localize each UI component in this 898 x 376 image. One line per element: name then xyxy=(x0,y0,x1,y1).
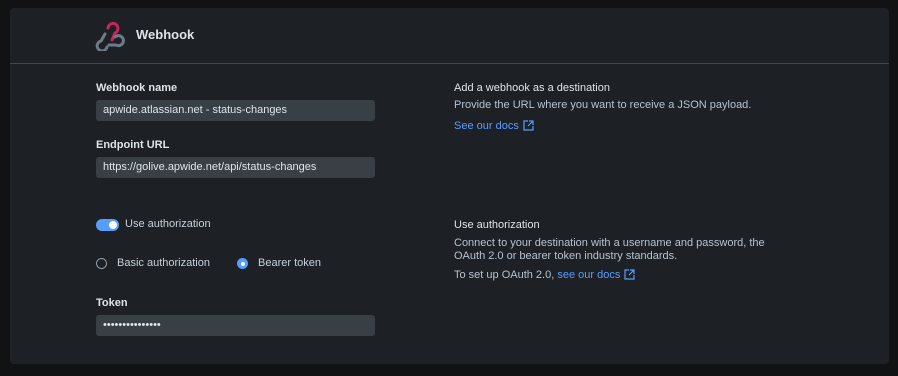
webhook-name-input[interactable]: apwide.atlassian.net - status-changes xyxy=(96,100,375,121)
auth-info-title: Use authorization xyxy=(454,219,540,231)
destination-info-text: Provide the URL where you want to receiv… xyxy=(454,99,752,111)
auth-info-text-line2: OAuth 2.0 or bearer token industry stand… xyxy=(454,250,678,262)
use-authorization-toggle[interactable] xyxy=(96,219,119,231)
basic-authorization-radio[interactable] xyxy=(96,258,107,269)
webhook-logo-icon xyxy=(95,21,125,51)
endpoint-url-label: Endpoint URL xyxy=(96,139,170,151)
destination-info-title: Add a webhook as a destination xyxy=(454,82,610,94)
auth-info-text-line1: Connect to your destination with a usern… xyxy=(454,237,765,249)
bearer-token-radio[interactable] xyxy=(237,258,248,269)
oauth-prefix-text: To set up OAuth 2.0, xyxy=(454,269,555,281)
bearer-token-label[interactable]: Bearer token xyxy=(258,257,321,269)
panel-header: Webhook xyxy=(10,8,889,64)
page-title: Webhook xyxy=(136,27,195,42)
toggle-knob xyxy=(109,221,117,229)
use-authorization-label: Use authorization xyxy=(125,218,211,230)
basic-authorization-label[interactable]: Basic authorization xyxy=(117,257,210,269)
see-docs-link[interactable]: See our docs xyxy=(454,120,534,132)
token-label: Token xyxy=(96,297,128,309)
external-link-icon xyxy=(523,120,534,131)
oauth-info-text: To set up OAuth 2.0, see our docs xyxy=(454,269,794,282)
webhook-panel: Webhook Webhook name apwide.atlassian.ne… xyxy=(10,8,889,364)
webhook-name-label: Webhook name xyxy=(96,82,178,94)
see-docs-link-label[interactable]: See our docs xyxy=(454,120,519,132)
external-link-icon xyxy=(624,269,635,280)
token-input[interactable]: ••••••••••••••• xyxy=(96,315,375,336)
radio-dot xyxy=(240,261,245,266)
oauth-docs-link[interactable]: see our docs xyxy=(557,269,620,281)
endpoint-url-input[interactable]: https://golive.apwide.net/api/status-cha… xyxy=(96,157,375,178)
